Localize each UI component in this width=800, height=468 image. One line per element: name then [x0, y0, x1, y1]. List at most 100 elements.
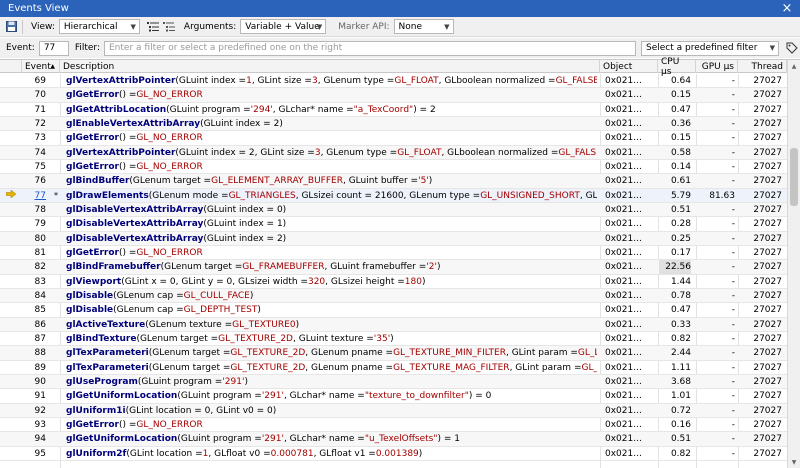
event-number: 78: [34, 204, 46, 215]
table-row[interactable]: 72 glEnableVertexAttribArray (GLuint index…: [0, 116, 787, 132]
row-marker-cell: [0, 246, 22, 260]
argument-text: , GLint param =: [509, 362, 582, 373]
function-name: glUniform2f: [66, 448, 127, 459]
filter-input[interactable]: Enter a filter or select a predefined on…: [104, 40, 636, 56]
object-cell: 0x021...: [605, 247, 642, 258]
table-row[interactable]: 85 glDisable (GLenum cap = GL_DEPTH_TEST) 0…: [0, 303, 787, 318]
marker-api-select[interactable]: None ▼: [393, 19, 454, 34]
argument-value: GL_NO_ERROR: [136, 90, 203, 101]
object-cell: 0x021...: [605, 76, 642, 86]
description-column-header[interactable]: Description: [60, 60, 600, 73]
table-row[interactable]: 84 glDisable (GLenum cap = GL_CULL_FACE) 0x…: [0, 288, 787, 304]
event-number[interactable]: 77: [22, 189, 56, 203]
predefined-filter-select[interactable]: Select a predefined filter ▼: [641, 40, 779, 56]
save-icon[interactable]: [4, 20, 18, 34]
thread-cell: 27027: [753, 76, 782, 86]
argument-value: GL_NO_ERROR: [136, 161, 203, 172]
event-description: glGetUniformLocation (GLuint program = '2…: [64, 432, 597, 446]
table-row[interactable]: 93 glGetError() = GL_NO_ERROR 0x021... 0.16…: [0, 418, 787, 433]
gpu-time-cell: -: [731, 362, 735, 373]
function-name: glGetUniformLocation: [66, 434, 178, 445]
argument-value: 0.001389: [375, 448, 419, 459]
argument-value: GL_DEPTH_TEST: [183, 305, 258, 316]
marker-api-label: Marker API:: [338, 21, 390, 32]
vertical-scrollbar[interactable]: ▲ ▼: [787, 60, 800, 468]
table-row[interactable]: 95 glUniform2f (GLint location = 1, GLfloa…: [0, 447, 787, 461]
table-row[interactable]: 76 glBindBuffer (GLenum target = GL_ELEMEN…: [0, 174, 787, 189]
table-row[interactable]: 74 glVertexAttribPointer (GLuint index = 2…: [0, 145, 787, 160]
chevron-down-icon: ▼: [769, 44, 775, 52]
function-name: glVertexAttribPointer: [66, 76, 176, 86]
event-number: 94: [34, 434, 46, 445]
table-row[interactable]: 75 glGetError() = GL_NO_ERROR 0x021... 0.14…: [0, 160, 787, 175]
event-description: glVertexAttribPointer (GLuint index = 1, …: [64, 74, 597, 88]
scrollbar-thumb[interactable]: [790, 148, 798, 206]
argument-text: ): [418, 448, 423, 459]
thread-column-header[interactable]: Thread: [738, 60, 787, 73]
table-row[interactable]: 77 * glDrawElements (GLenum mode = GL_TRIAN…: [0, 188, 787, 203]
thread-column-label: Thread: [751, 61, 783, 72]
argument-text: (GLenum target =: [129, 176, 212, 187]
expand-tree-icon[interactable]: [162, 20, 176, 34]
gpu-time-cell: 81.63: [709, 190, 735, 201]
table-row[interactable]: 90 glUseProgram (GLuint program = '291') 0x…: [0, 374, 787, 390]
event-description: glDisable (GLenum cap = GL_DEPTH_TEST): [64, 303, 597, 317]
cpu-time-cell: 0.33: [670, 319, 691, 330]
row-marker-cell: [0, 361, 22, 375]
view-select-value: Hierarchical: [63, 21, 118, 32]
table-row[interactable]: 81 glGetError() = GL_NO_ERROR 0x021... 0.17…: [0, 246, 787, 261]
event-input-value: 77: [43, 43, 56, 53]
argument-text: () =: [118, 419, 137, 430]
table-row[interactable]: 73 glGetError() = GL_NO_ERROR 0x021... 0.15…: [0, 131, 787, 146]
argument-text: , GLchar* name =: [272, 104, 354, 115]
argument-text: (GLenum texture =: [145, 319, 233, 330]
table-row[interactable]: 80 glDisableVertexAttribArray (GLuint inde…: [0, 231, 787, 246]
table-row[interactable]: 91 glGetUniformLocation (GLuint program = …: [0, 389, 787, 404]
row-marker-cell: [0, 375, 22, 389]
event-column-header[interactable]: Event ▲: [22, 60, 60, 73]
gpu-column-header[interactable]: GPU µs: [696, 60, 738, 73]
row-marker-cell: [0, 418, 22, 432]
close-icon[interactable]: ×: [780, 1, 794, 16]
gpu-time-cell: -: [731, 319, 735, 330]
table-row[interactable]: 78 glDisableVertexAttribArray (GLuint inde…: [0, 202, 787, 218]
table-row[interactable]: 82 glBindFramebuffer (GLenum target = GL_F…: [0, 260, 787, 275]
table-row[interactable]: 92 glUniform1i (GLint location = 0, GLint …: [0, 403, 787, 418]
tree-view-icon[interactable]: [146, 20, 160, 34]
event-description: glDisable (GLenum cap = GL_CULL_FACE): [64, 289, 597, 303]
table-row[interactable]: 87 glBindTexture (GLenum target = GL_TEXTU…: [0, 332, 787, 347]
table-row[interactable]: 89 glTexParameteri (GLenum target = GL_TEX…: [0, 361, 787, 375]
view-select[interactable]: Hierarchical ▼: [58, 19, 140, 34]
argument-text: () =: [118, 133, 137, 144]
row-marker-cell: [0, 303, 22, 317]
row-marker-cell: [0, 260, 22, 274]
table-row[interactable]: 86 glActiveTexture (GLenum texture = GL_TE…: [0, 317, 787, 332]
table-row[interactable]: 70 glGetError() = GL_NO_ERROR 0x021... 0.15…: [0, 88, 787, 103]
thread-cell: 27027: [753, 391, 782, 402]
argument-value: GL_TEXTURE_2D: [230, 362, 306, 373]
table-row[interactable]: 69 glVertexAttribPointer (GLuint index = 1…: [0, 74, 787, 89]
argument-text: , GLenum type =: [320, 147, 398, 158]
event-input[interactable]: 77: [38, 40, 69, 56]
event-number: 86: [34, 319, 46, 330]
cpu-column-header[interactable]: CPU µs: [658, 57, 696, 77]
window-titlebar: Events View ×: [0, 0, 800, 17]
object-cell: 0x021...: [605, 333, 642, 344]
row-marker-cell: [0, 160, 22, 174]
scroll-up-icon[interactable]: ▲: [788, 60, 800, 72]
object-column-header[interactable]: Object: [600, 60, 658, 73]
object-cell: 0x021...: [605, 434, 642, 445]
function-name: glGetError: [66, 133, 119, 144]
table-row[interactable]: 94 glGetUniformLocation (GLuint program = …: [0, 432, 787, 447]
table-row[interactable]: 71 glGetAttribLocation (GLuint program = '…: [0, 103, 787, 117]
scroll-down-icon[interactable]: ▼: [788, 456, 800, 468]
event-number: 89: [34, 362, 46, 373]
table-row[interactable]: 79 glDisableVertexAttribArray (GLuint inde…: [0, 217, 787, 232]
thread-cell: 27027: [753, 233, 782, 244]
tag-icon[interactable]: [785, 41, 799, 55]
row-marker-cell: [0, 146, 22, 160]
arguments-select[interactable]: Variable + Value ▼: [240, 19, 327, 34]
table-row[interactable]: 88 glTexParameteri (GLenum target = GL_TEX…: [0, 346, 787, 361]
argument-value: GL_LINEAR: [577, 348, 597, 359]
table-row[interactable]: 83 glViewport (GLint x = 0, GLint y = 0, G…: [0, 275, 787, 289]
